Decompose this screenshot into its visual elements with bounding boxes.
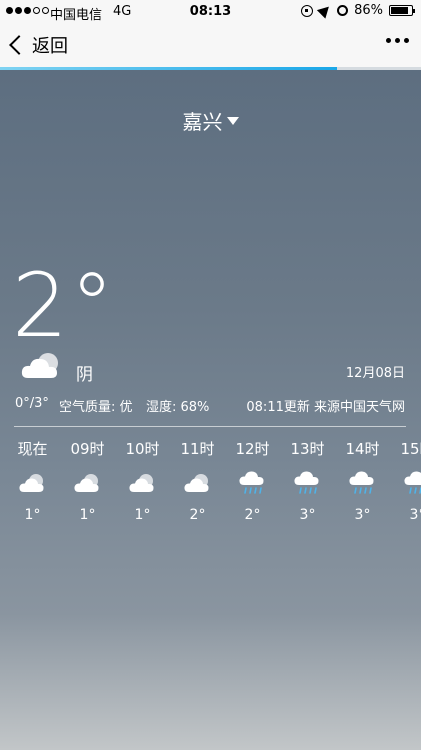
back-button[interactable]: 返回 [8,32,68,58]
hour-label: 11时 [180,440,215,458]
rain-icon [280,469,335,497]
status-icons: 86% [301,2,415,19]
forecast-date: 12月08日 [345,366,405,381]
more-options-button[interactable] [386,38,409,43]
hourly-item: 现在 1° [5,438,60,523]
battery-percent: 86% [354,3,383,18]
caret-down-icon [226,116,239,125]
cloudy-icon [115,469,170,497]
cloudy-icon [5,469,60,497]
location-icon [316,2,334,19]
hour-temp: 1° [24,507,41,523]
hourly-item: 10时 1° [115,438,170,523]
current-temperature: 2° [12,254,116,357]
hour-temp: 1° [79,507,96,523]
rotation-lock-icon [301,4,314,17]
hour-temp: 2° [244,507,261,523]
cloudy-icon [60,469,115,497]
hour-label: 14时 [345,440,380,458]
hourly-item: 09时 1° [60,438,115,523]
condition-text: 阴 [76,365,93,385]
hour-label: 现在 [17,440,48,458]
hour-temp: 2° [189,507,206,523]
update-source: 08:11更新 来源中国天气网 [246,400,405,415]
hour-label: 09时 [70,440,105,458]
more-dots-icon [386,38,391,43]
rain-icon [335,469,390,497]
hour-temp: 3° [354,507,371,523]
city-name: 嘉兴 [182,110,223,134]
hourly-item: 11时 2° [170,438,225,523]
hourly-item: 15时 3° [390,438,421,523]
weather-panel: 嘉兴 2° 阴 12月08日 0°/3° 空气质量: 优 湿度: 68% 08:… [0,70,421,750]
air-quality: 空气质量: 优 [59,400,133,415]
status-bar: 中国电信 4G 08:13 86% [0,0,421,24]
chevron-left-icon [9,35,29,55]
hour-label: 13时 [290,440,325,458]
battery-icon [389,5,415,16]
hour-temp: 3° [299,507,316,523]
hourly-item: 14时 3° [335,438,390,523]
hour-label: 15时 [400,440,421,458]
divider [14,426,406,427]
back-label: 返回 [32,36,68,57]
alarm-icon [337,5,349,16]
hour-temp: 3° [409,507,421,523]
rain-icon [390,469,421,497]
cloudy-icon [170,469,225,497]
rain-icon [225,469,280,497]
nav-bar: 返回 [0,24,421,68]
hourly-item: 13时 3° [280,438,335,523]
humidity: 湿度: 68% [146,400,210,415]
cloudy-icon [20,350,66,384]
hour-temp: 1° [134,507,151,523]
temp-range: 0°/3° [15,396,49,411]
hour-label: 12时 [235,440,270,458]
hourly-forecast: 现在 1° 09时 1° 10时 1° 11时 2° 12时 2° 13时 3° 14时 3° 15时 3° [0,438,421,528]
hourly-item: 12时 2° [225,438,280,523]
hour-label: 10时 [125,440,160,458]
city-selector[interactable]: 嘉兴 [0,106,421,135]
